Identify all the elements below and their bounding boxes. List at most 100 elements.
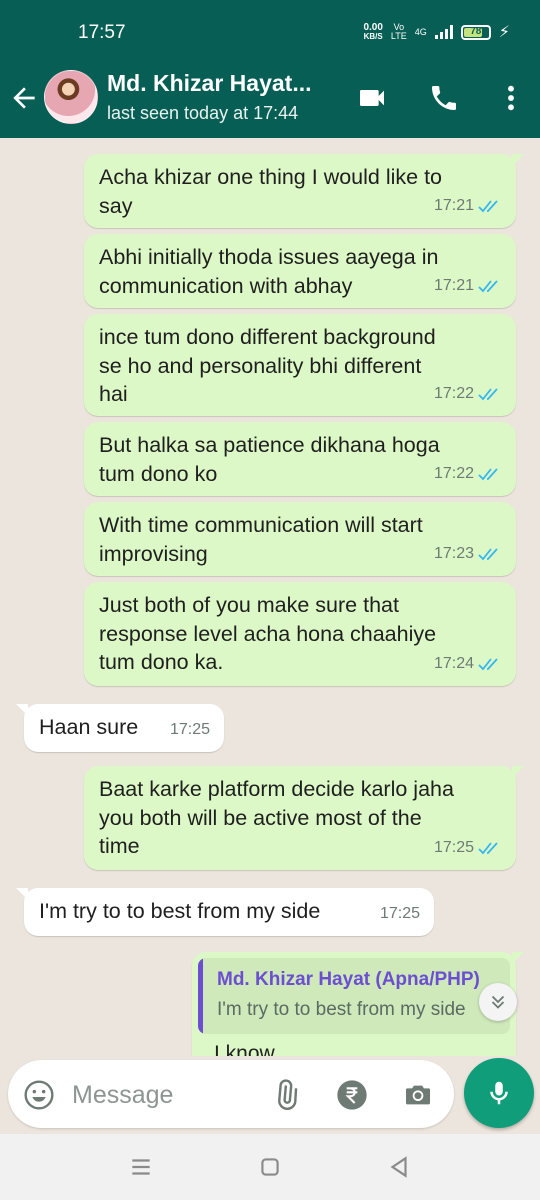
volte-indicator: Vo LTE [391, 23, 407, 41]
reply-text: I know [214, 1042, 275, 1056]
top-bar: 17:57 0.00 KB/S Vo LTE 4G 78 ⚡ Md. Khiza… [0, 0, 540, 138]
phone-icon[interactable] [428, 82, 460, 114]
bubble-tail [512, 766, 524, 778]
message-line: Abhi initially thoda issues aayega in [99, 245, 439, 269]
network-type: 4G [414, 27, 427, 37]
message-time: 17:24 [433, 654, 474, 672]
chat-header: Md. Khizar Hayat... last seen today at 1… [0, 66, 540, 138]
message-bubble-out[interactable]: Acha khizar one thing I would like to sa… [84, 154, 524, 228]
read-ticks-icon [478, 200, 498, 213]
message-line: But halka sa patience dikhana hoga [99, 433, 440, 457]
message-time: 17:23 [433, 544, 474, 562]
reply-message-bubble[interactable]: Md. Khizar Hayat (Apna/PHP) I'm try to t… [192, 952, 524, 1056]
signal-icon [434, 25, 453, 39]
message-line: you both will be active most of the [99, 805, 422, 830]
message-bubble-out[interactable]: Just both of you make sure that response… [84, 582, 516, 686]
volte-bottom: LTE [390, 31, 407, 41]
bubble-tail [512, 154, 524, 166]
attach-icon[interactable] [270, 1079, 302, 1111]
message-time: 17:25 [433, 838, 474, 856]
more-vert-icon[interactable] [495, 82, 527, 114]
contact-name[interactable]: Md. Khizar Hayat... [107, 70, 311, 97]
message-bubble-out[interactable]: Abhi initially thoda issues aayega in co… [84, 234, 516, 308]
message-line: Baat karke platform decide karlo jaha [99, 777, 454, 801]
message-time: 17:22 [433, 464, 474, 482]
message-bubble-out[interactable]: With time communication will start impro… [84, 502, 516, 576]
message-line: Acha khizar one thing I would like to [99, 165, 443, 189]
net-speed-value: 0.00 [363, 22, 383, 33]
read-ticks-icon [478, 842, 498, 855]
charging-icon: ⚡ [498, 24, 510, 41]
camera-icon[interactable] [402, 1079, 434, 1111]
message-time: 17:25 [379, 904, 420, 922]
message-bubble-in[interactable]: I'm try to to best from my side 17:25 [16, 888, 434, 936]
mic-icon [490, 1081, 508, 1105]
message-line: communication with abhay [99, 273, 353, 298]
bubble-tail [16, 704, 28, 716]
message-input[interactable]: Message [72, 1081, 173, 1110]
emoji-icon[interactable] [23, 1079, 55, 1111]
message-bubble-out[interactable]: But halka sa patience dikhana hoga tum d… [84, 422, 516, 496]
read-ticks-icon [478, 658, 498, 671]
nav-back-icon[interactable] [386, 1154, 412, 1180]
message-line: say [99, 193, 133, 218]
message-time: 17:22 [433, 384, 474, 402]
message-meta: 17:21 [434, 192, 502, 221]
status-time: 17:57 [78, 22, 126, 43]
quote-bar [198, 958, 203, 1034]
quoted-message[interactable]: Md. Khizar Hayat (Apna/PHP) I'm try to t… [198, 958, 510, 1034]
message-line: ince tum dono different background [99, 325, 436, 349]
read-ticks-icon [478, 388, 498, 401]
bubble-tail [16, 888, 28, 900]
message-time: 17:21 [433, 276, 474, 294]
message-line: hai [99, 382, 128, 406]
message-line: time [99, 834, 140, 858]
message-composer: Message [0, 1056, 540, 1134]
rupee-icon[interactable] [336, 1079, 368, 1111]
last-seen-status: last seen today at 17:44 [107, 103, 299, 123]
read-ticks-icon [478, 548, 498, 561]
read-ticks-icon [478, 468, 498, 481]
message-bubble-out[interactable]: ince tum dono different background se ho… [84, 314, 516, 416]
net-speed-unit: KB/S [363, 32, 383, 41]
message-bubble-in[interactable]: Haan sure 17:25 [16, 704, 224, 752]
message-meta: 17:25 [170, 716, 210, 745]
quoted-text: I'm try to to best from my side [217, 999, 466, 1020]
message-meta: 17:23 [434, 540, 502, 569]
message-line: se ho and personality bhi different [99, 353, 422, 378]
double-chevron-down-icon [491, 995, 505, 1009]
battery-icon: 78 [460, 24, 491, 40]
chat-area[interactable]: Acha khizar one thing I would like to sa… [0, 138, 540, 1056]
read-ticks-icon [478, 280, 498, 293]
back-arrow-icon[interactable] [8, 82, 40, 114]
message-meta: 17:25 [380, 900, 420, 929]
message-line: improvising [99, 541, 208, 566]
scroll-to-bottom-button[interactable] [479, 983, 517, 1021]
message-line: Just both of you make sure that [99, 593, 399, 617]
message-line: response level acha hona chaahiye [99, 621, 437, 646]
message-meta: 17:25 [434, 834, 502, 863]
video-call-icon[interactable] [356, 82, 388, 114]
avatar[interactable] [44, 70, 98, 124]
recents-icon[interactable] [128, 1154, 154, 1180]
status-icons: 0.00 KB/S Vo LTE 4G 78 ⚡ [363, 22, 510, 42]
home-icon[interactable] [257, 1154, 283, 1180]
bubble-tail [512, 952, 524, 964]
status-bar: 17:57 0.00 KB/S Vo LTE 4G 78 ⚡ [0, 0, 540, 66]
mic-button[interactable] [464, 1058, 534, 1128]
message-line: tum dono ka. [99, 650, 224, 674]
message-meta: 17:22 [434, 380, 502, 409]
message-line: tum dono ko [99, 461, 218, 486]
message-meta: 17:21 [434, 272, 502, 301]
message-meta: 17:24 [434, 650, 502, 679]
quoted-sender: Md. Khizar Hayat (Apna/PHP) [217, 969, 480, 990]
net-speed-indicator: 0.00 KB/S [363, 22, 383, 42]
system-nav-bar [0, 1134, 540, 1200]
message-line: With time communication will start [99, 513, 423, 537]
message-input-pill[interactable]: Message [8, 1060, 454, 1128]
message-line: I'm try to to best from my side [39, 899, 321, 923]
battery-level: 78 [470, 25, 482, 37]
message-time: 17:25 [169, 720, 210, 738]
message-meta: 17:22 [434, 460, 502, 489]
message-bubble-out[interactable]: Baat karke platform decide karlo jaha yo… [84, 766, 524, 870]
